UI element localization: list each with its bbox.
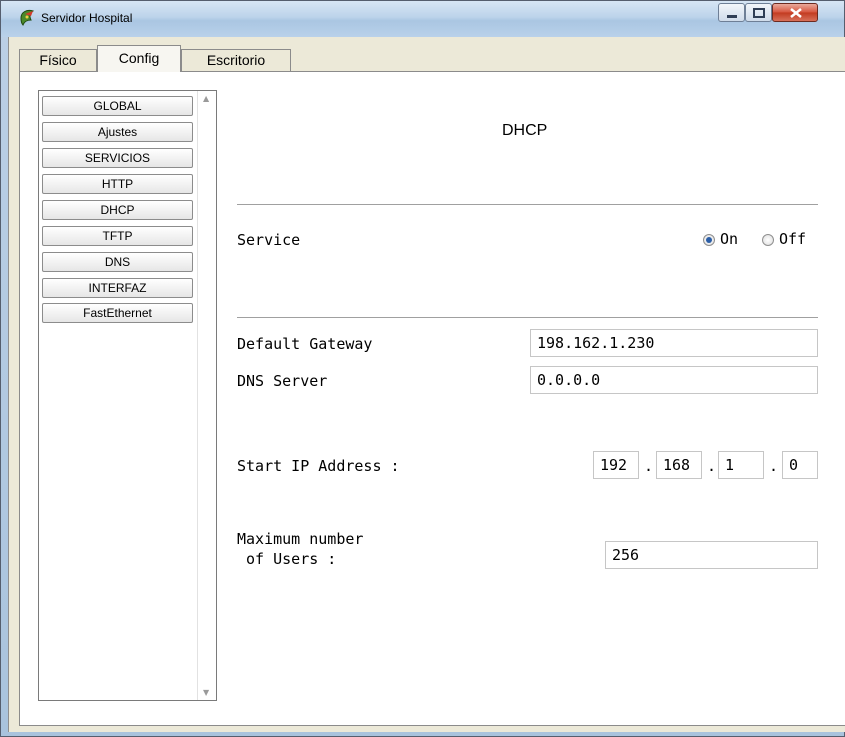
ip-dot: . <box>769 457 779 475</box>
ip-dot: . <box>644 457 654 475</box>
server-window: Servidor Hospital Físico Config Escritor… <box>0 0 845 737</box>
default-gateway-label: Default Gateway <box>237 335 373 353</box>
tab-config[interactable]: Config <box>97 45 181 72</box>
title-bar[interactable]: Servidor Hospital <box>1 1 844 37</box>
nav-dhcp[interactable]: DHCP <box>42 200 193 220</box>
minimize-button[interactable] <box>718 3 745 22</box>
nav-servicios[interactable]: SERVICIOS <box>42 148 193 168</box>
scroll-up-icon[interactable]: ▲ <box>203 94 209 103</box>
maximize-icon <box>753 8 765 18</box>
close-icon <box>790 8 802 18</box>
config-nav-list: GLOBAL Ajustes SERVICIOS HTTP DHCP TFTP … <box>38 90 217 701</box>
service-on-radio[interactable] <box>703 234 715 246</box>
divider <box>237 317 818 318</box>
start-ip-label: Start IP Address : <box>237 457 400 475</box>
max-users-label-line2: of Users : <box>237 550 337 568</box>
nav-dns[interactable]: DNS <box>42 252 193 272</box>
nav-ajustes[interactable]: Ajustes <box>42 122 193 142</box>
nav-scrollbar[interactable]: ▲ ▼ <box>197 91 216 700</box>
config-panel: GLOBAL Ajustes SERVICIOS HTTP DHCP TFTP … <box>19 71 845 726</box>
nav-http[interactable]: HTTP <box>42 174 193 194</box>
start-ip-octet-1[interactable]: 192 <box>593 451 639 479</box>
service-off-radio[interactable] <box>762 234 774 246</box>
service-on-label: On <box>720 230 739 248</box>
app-icon <box>20 9 35 26</box>
dns-server-label: DNS Server <box>237 372 328 390</box>
close-button[interactable] <box>772 3 818 22</box>
max-users-label-line1: Maximum number <box>237 530 364 548</box>
dhcp-heading: DHCP <box>502 122 548 139</box>
minimize-icon <box>727 15 737 18</box>
ip-dot: . <box>707 457 717 475</box>
maximize-button[interactable] <box>745 3 772 22</box>
service-off-label: Off <box>779 230 807 248</box>
tab-escritorio[interactable]: Escritorio <box>181 49 291 71</box>
nav-fastethernet[interactable]: FastEthernet <box>42 303 193 323</box>
start-ip-octet-3[interactable]: 1 <box>718 451 764 479</box>
tab-fisico[interactable]: Físico <box>19 49 97 71</box>
max-users-input[interactable]: 256 <box>605 541 818 569</box>
divider <box>237 204 818 205</box>
nav-global[interactable]: GLOBAL <box>42 96 193 116</box>
dns-server-input[interactable]: 0.0.0.0 <box>530 366 818 394</box>
window-title: Servidor Hospital <box>41 11 133 25</box>
window-client-area: Físico Config Escritorio GLOBAL Ajustes … <box>8 37 845 732</box>
start-ip-octet-4[interactable]: 0 <box>782 451 818 479</box>
start-ip-octet-2[interactable]: 168 <box>656 451 702 479</box>
nav-tftp[interactable]: TFTP <box>42 226 193 246</box>
service-label: Service <box>237 231 301 249</box>
nav-interfaz[interactable]: INTERFAZ <box>42 278 193 298</box>
default-gateway-input[interactable]: 198.162.1.230 <box>530 329 818 357</box>
scroll-down-icon[interactable]: ▼ <box>203 688 209 697</box>
